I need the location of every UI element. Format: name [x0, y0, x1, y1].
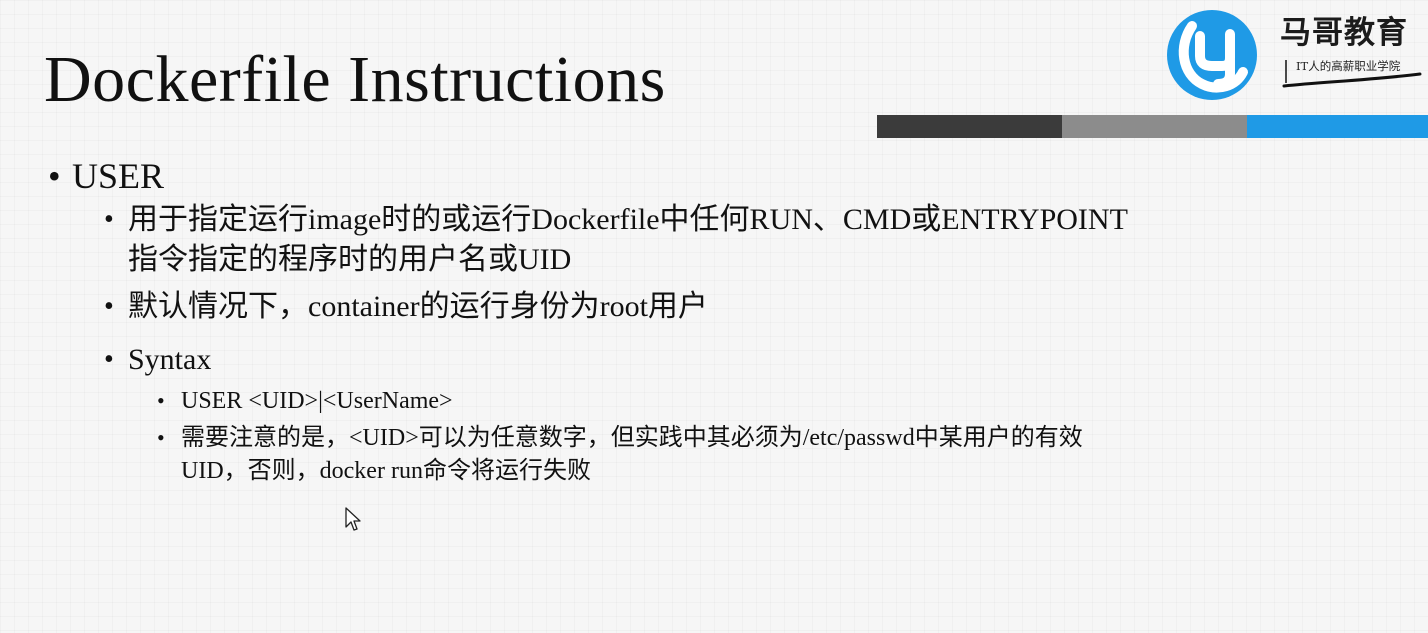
syntax-item-note-line1: 需要注意的是，<UID>可以为任意数字，但实践中其必须为/etc/passwd中… — [181, 425, 1083, 451]
mouse-pointer-icon — [345, 507, 361, 531]
accent-bar-gray — [1062, 115, 1247, 138]
bullet-icon: • — [157, 425, 165, 450]
bullet-icon: • — [104, 344, 114, 375]
bullet-icon: • — [48, 156, 61, 196]
logo-slogan: IT人的高薪职业学院 — [1296, 59, 1401, 73]
bullet-user-text: USER — [72, 156, 165, 196]
logo-slogan-block: IT人的高薪职业学院 — [1282, 56, 1422, 88]
logo-name: 马哥教育 — [1280, 15, 1408, 51]
slide-title: Dockerfile Instructions — [44, 43, 666, 116]
accent-bar-blue — [1247, 115, 1428, 138]
subbullet-description-line2: 指令指定的程序时的用户名或UID — [128, 243, 572, 276]
subbullet-default-user-text: 默认情况下，container的运行身份为root用户 — [128, 290, 708, 323]
subbullet-description-line1: 用于指定运行image时的或运行Dockerfile中任何RUN、CMD或ENT… — [128, 203, 1128, 236]
subbullet-syntax-text: Syntax — [128, 343, 212, 376]
bullet-user: • USER — [48, 154, 164, 198]
syntax-item-form-text: USER <UID>|<UserName> — [181, 388, 453, 414]
mage-logo-icon — [1167, 10, 1257, 100]
bullet-icon: • — [104, 291, 114, 322]
syntax-item-note-line2: UID，否则，docker run命令将运行失败 — [181, 458, 591, 484]
accent-bar-dark — [877, 115, 1062, 138]
bullet-icon: • — [157, 388, 165, 413]
bullet-icon: • — [104, 204, 114, 235]
